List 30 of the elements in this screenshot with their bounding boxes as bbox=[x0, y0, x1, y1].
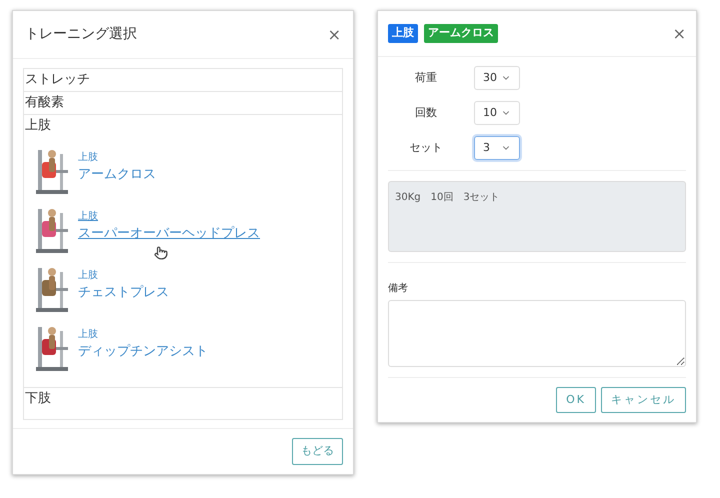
number-select[interactable]: 30 bbox=[474, 66, 520, 90]
exercise-name-link[interactable]: ディップチンアシスト bbox=[78, 342, 208, 362]
exercise-name-link[interactable]: チェストプレス bbox=[78, 283, 169, 303]
exercise-category-link[interactable]: 上肢 bbox=[78, 327, 208, 342]
dialog-button[interactable]: キャンセル bbox=[601, 386, 686, 414]
number-select[interactable]: 3 bbox=[474, 136, 520, 160]
close-button[interactable]: × bbox=[328, 22, 341, 46]
exercise-category-link[interactable]: 上肢 bbox=[78, 268, 169, 284]
exercise-category-link[interactable]: 上肢 bbox=[78, 150, 156, 166]
notes-label: 備考 bbox=[388, 282, 409, 296]
dialog-title: トレーニング選択 bbox=[25, 25, 137, 44]
notes-field[interactable] bbox=[388, 300, 686, 367]
exercise-name-link[interactable]: スーパーオーバーヘッドプレス bbox=[78, 224, 260, 244]
dialog-button[interactable]: OK bbox=[556, 386, 596, 414]
tag-badge: アームクロス bbox=[424, 24, 498, 43]
category-item[interactable]: 上肢 bbox=[24, 115, 342, 137]
category-item[interactable]: ストレッチ bbox=[24, 69, 342, 91]
back-button[interactable]: もどる bbox=[292, 438, 343, 465]
close-button[interactable]: × bbox=[672, 22, 686, 46]
field-label: 回数 bbox=[414, 104, 438, 121]
exercise-category-link[interactable]: 上肢 bbox=[78, 209, 260, 224]
exercise-name-link[interactable]: アームクロス bbox=[78, 165, 156, 185]
hand-cursor-icon bbox=[154, 246, 168, 260]
field-label: セット bbox=[408, 140, 444, 156]
category-item[interactable]: 下肢 bbox=[24, 388, 342, 410]
summary-field: 30Kg 10回 3セット bbox=[388, 181, 686, 252]
tag-badge: 上肢 bbox=[388, 24, 418, 43]
field-label: 荷重 bbox=[414, 70, 438, 86]
category-item[interactable]: 有酸素 bbox=[24, 92, 342, 114]
number-select[interactable]: 10 bbox=[474, 101, 520, 125]
